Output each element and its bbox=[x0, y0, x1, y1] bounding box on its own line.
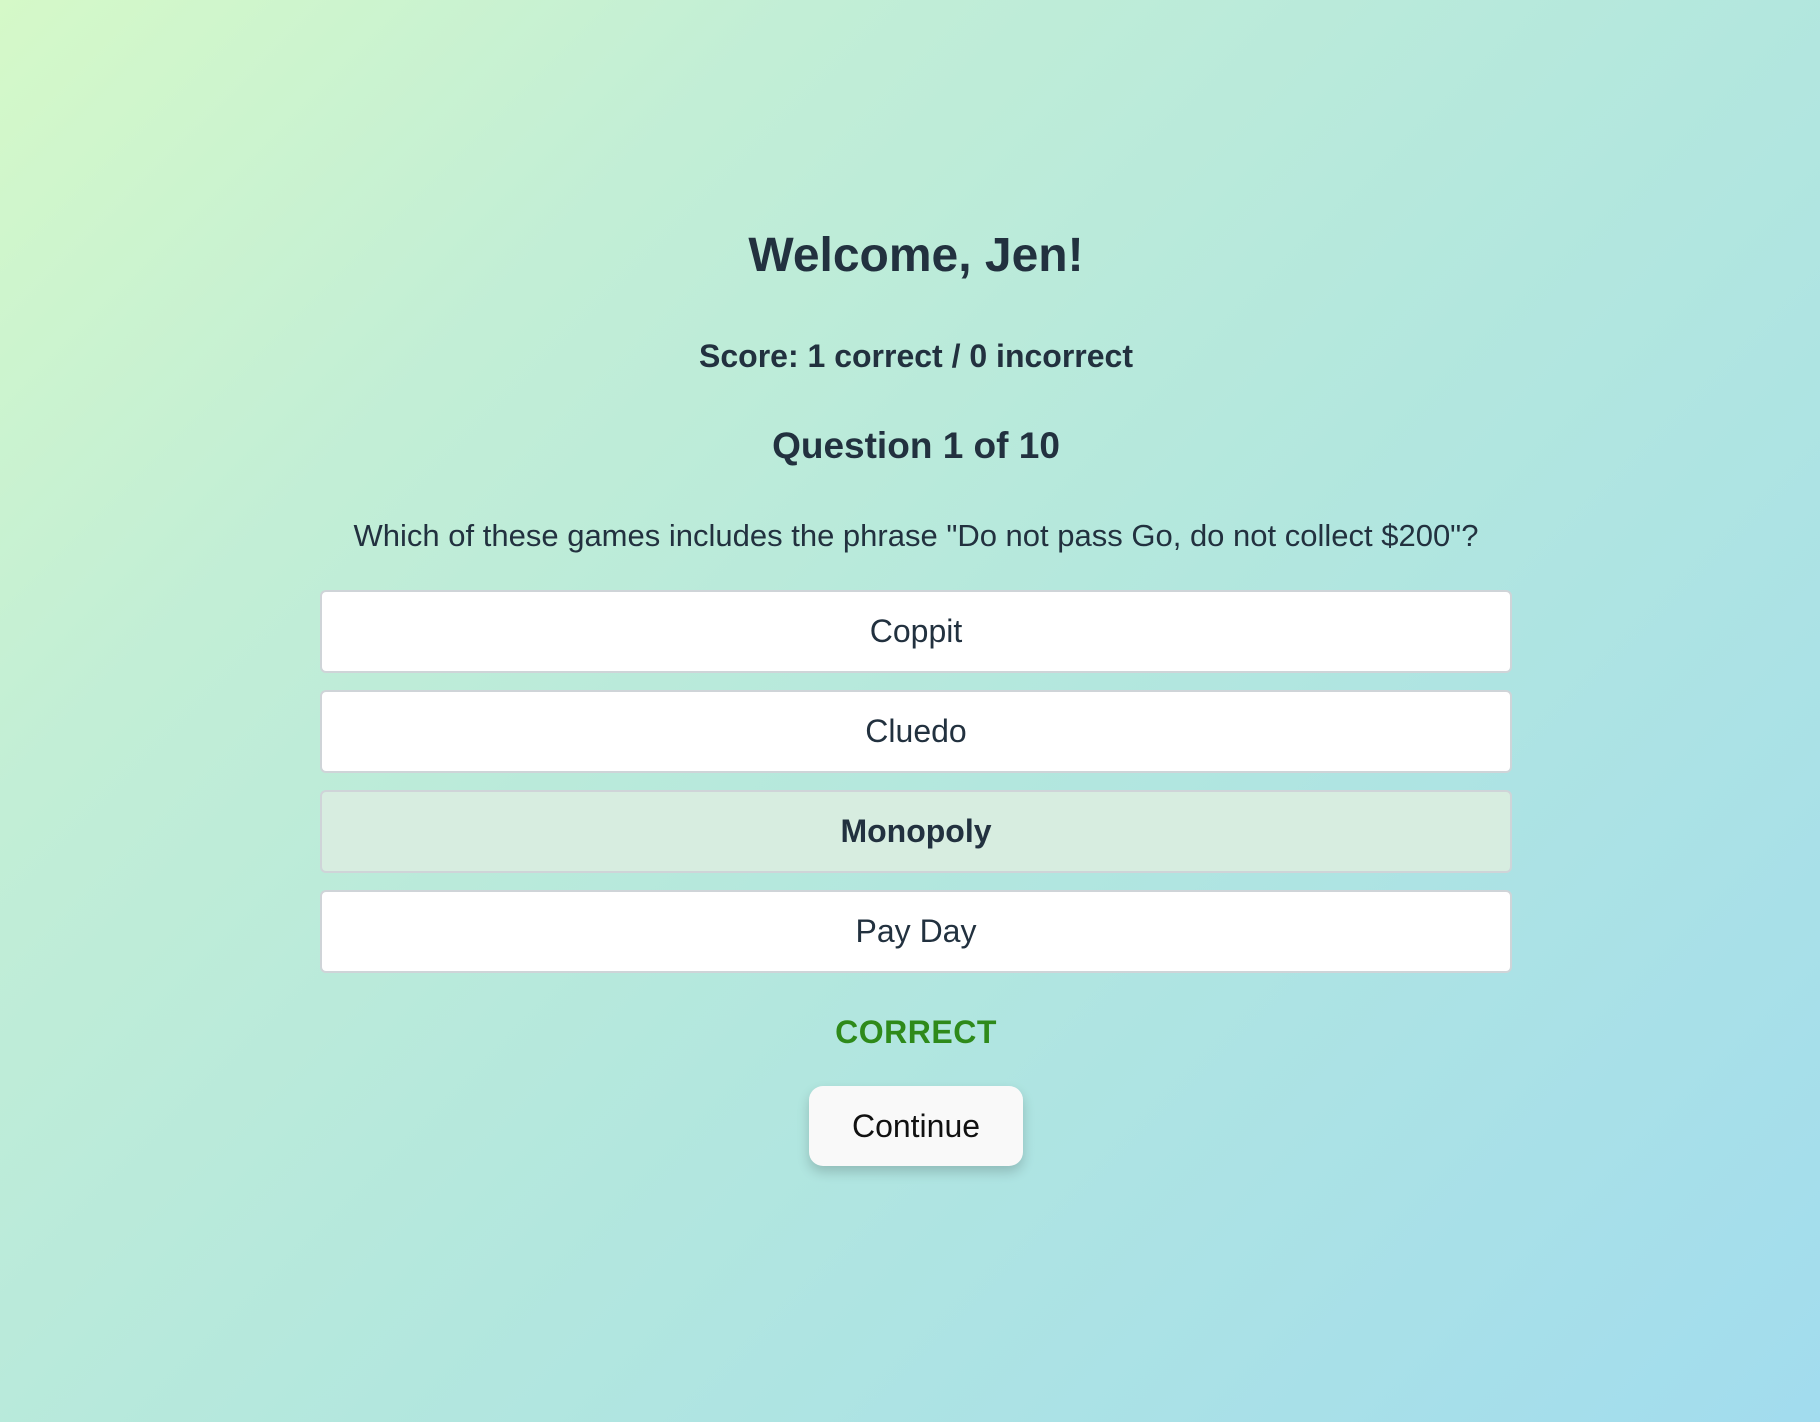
welcome-heading: Welcome, Jen! bbox=[748, 229, 1084, 282]
continue-button[interactable]: Continue bbox=[809, 1086, 1023, 1166]
answer-option-pay-day[interactable]: Pay Day bbox=[320, 890, 1512, 973]
result-status: CORRECT bbox=[835, 1014, 997, 1050]
question-text: Which of these games includes the phrase… bbox=[353, 518, 1479, 553]
answer-option-cluedo[interactable]: Cluedo bbox=[320, 690, 1512, 773]
answer-option-monopoly[interactable]: Monopoly bbox=[320, 790, 1512, 873]
answer-option-coppit[interactable]: Coppit bbox=[320, 590, 1512, 673]
quiz-page: Welcome, Jen! Score: 1 correct / 0 incor… bbox=[0, 0, 1820, 1422]
question-counter: Question 1 of 10 bbox=[772, 425, 1060, 466]
answer-options: Coppit Cluedo Monopoly Pay Day bbox=[320, 590, 1512, 990]
continue-wrap: Continue bbox=[320, 1086, 1512, 1166]
score-display: Score: 1 correct / 0 incorrect bbox=[699, 338, 1133, 374]
